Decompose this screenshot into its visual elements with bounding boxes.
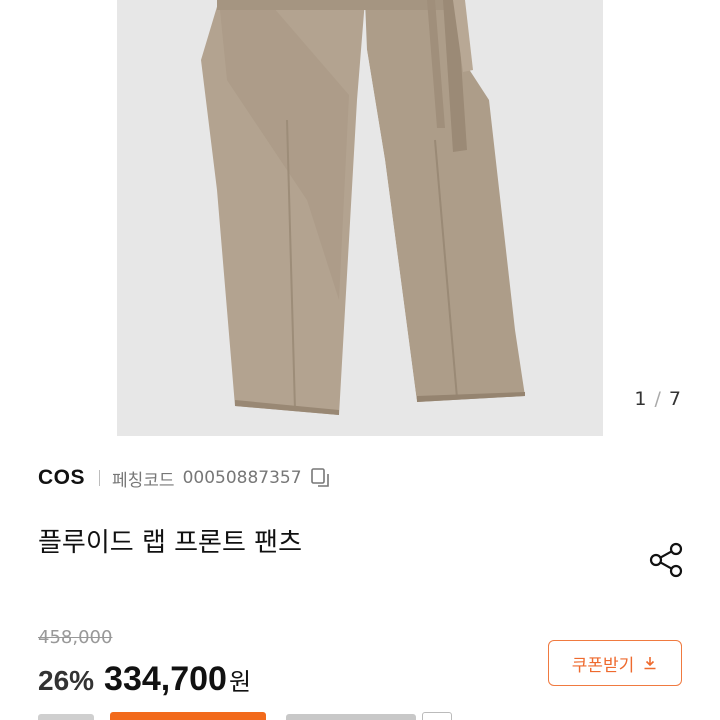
coupon-button-label: 쿠폰받기 [571,655,635,676]
sale-price: 334,700 [104,660,227,698]
image-counter: 1 / 7 [634,388,682,410]
wrap-pants-illustration [201,0,525,415]
product-code-value: 00050887357 [182,468,302,488]
image-current-index: 1 [634,388,648,410]
product-code-label: 페칭코드 [112,470,175,491]
currency-unit: 원 [228,668,252,696]
price-row: 26% 334,700 원 [38,660,251,699]
cutoff-text [286,714,416,720]
cutoff-button [422,712,452,720]
coupon-download-button[interactable]: 쿠폰받기 [548,640,682,686]
share-icon [649,542,683,578]
divider [99,470,101,486]
brand-name[interactable]: COS [38,466,85,490]
image-counter-separator: / [654,388,662,410]
download-icon [644,657,656,670]
image-total-count: 7 [668,388,682,410]
product-photo[interactable] [117,0,603,436]
cutoff-price-row [38,712,458,720]
brand-row: COS 페칭코드 00050887357 [38,464,332,492]
share-button[interactable] [646,540,686,580]
cutoff-best-price [110,712,266,720]
product-image-gallery[interactable]: 1 / 7 [0,0,720,436]
original-price: 458,000 [38,627,113,648]
product-title: 플루이드 랩 프론트 팬츠 [38,528,302,558]
cutoff-label [38,714,94,720]
copy-icon[interactable] [310,467,332,489]
discount-rate: 26% [38,665,95,696]
